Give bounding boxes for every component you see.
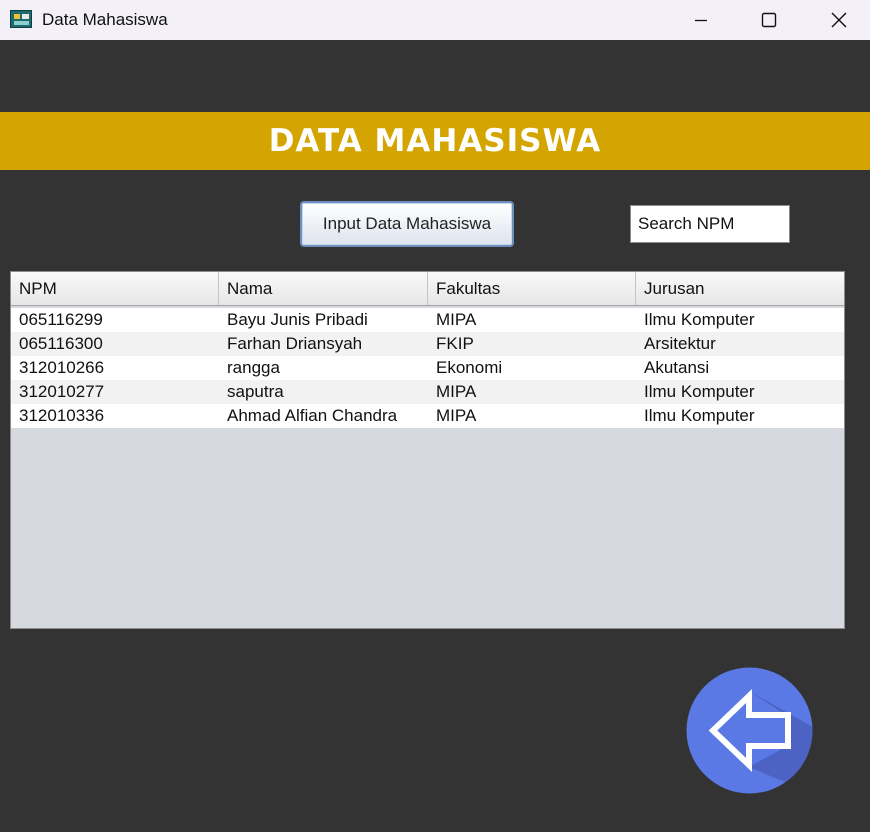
cell-jurusan: Ilmu Komputer — [644, 382, 755, 401]
table-row[interactable]: 312010336 Ahmad Alfian Chandra MIPA Ilmu… — [11, 404, 844, 428]
arrow-left-icon — [686, 667, 813, 794]
app-icon — [10, 10, 32, 28]
table-body: 065116299 Bayu Junis Pribadi MIPA Ilmu K… — [11, 308, 844, 428]
search-npm-input[interactable] — [630, 205, 790, 243]
maximize-icon — [761, 12, 777, 28]
cell-fakultas: MIPA — [436, 310, 477, 329]
table-row[interactable]: 065116299 Bayu Junis Pribadi MIPA Ilmu K… — [11, 308, 844, 332]
cell-jurusan: Arsitektur — [644, 334, 716, 353]
cell-jurusan: Ilmu Komputer — [644, 310, 755, 329]
cell-nama: saputra — [227, 382, 284, 401]
table-header: NPM Nama Fakultas Jurusan — [11, 272, 844, 306]
header-banner: DATA MAHASISWA — [0, 112, 870, 170]
column-header-nama[interactable]: Nama — [219, 272, 428, 305]
student-table[interactable]: NPM Nama Fakultas Jurusan 065116299 Bayu… — [10, 271, 845, 629]
minimize-button[interactable] — [672, 0, 730, 40]
minimize-icon — [695, 19, 707, 22]
page-title: DATA MAHASISWA — [268, 123, 602, 159]
back-button[interactable] — [686, 667, 813, 794]
table-row[interactable]: 065116300 Farhan Driansyah FKIP Arsitekt… — [11, 332, 844, 356]
input-data-button[interactable]: Input Data Mahasiswa — [300, 201, 514, 247]
column-header-fakultas[interactable]: Fakultas — [428, 272, 636, 305]
cell-npm: 065116299 — [19, 310, 103, 329]
cell-npm: 312010266 — [19, 358, 105, 377]
table-row[interactable]: 312010277 saputra MIPA Ilmu Komputer — [11, 380, 844, 404]
cell-fakultas: FKIP — [436, 334, 474, 353]
cell-nama: rangga — [227, 358, 280, 377]
maximize-button[interactable] — [740, 0, 798, 40]
table-row[interactable]: 312010266 rangga Ekonomi Akutansi — [11, 356, 844, 380]
close-icon — [831, 12, 847, 28]
cell-nama: Farhan Driansyah — [227, 334, 363, 353]
cell-nama: Ahmad Alfian Chandra — [227, 406, 398, 425]
cell-npm: 312010336 — [19, 406, 105, 425]
cell-jurusan: Akutansi — [644, 358, 710, 377]
cell-jurusan: Ilmu Komputer — [644, 406, 755, 425]
cell-npm: 065116300 — [19, 334, 103, 353]
cell-nama: Bayu Junis Pribadi — [227, 310, 368, 329]
close-button[interactable] — [810, 0, 868, 40]
column-header-npm[interactable]: NPM — [11, 272, 219, 305]
cell-npm: 312010277 — [19, 382, 105, 401]
cell-fakultas: Ekonomi — [436, 358, 503, 377]
title-bar: Data Mahasiswa — [0, 0, 870, 40]
cell-fakultas: MIPA — [436, 406, 477, 425]
column-header-jurusan[interactable]: Jurusan — [636, 272, 844, 305]
window-title: Data Mahasiswa — [42, 10, 168, 29]
cell-fakultas: MIPA — [436, 382, 477, 401]
